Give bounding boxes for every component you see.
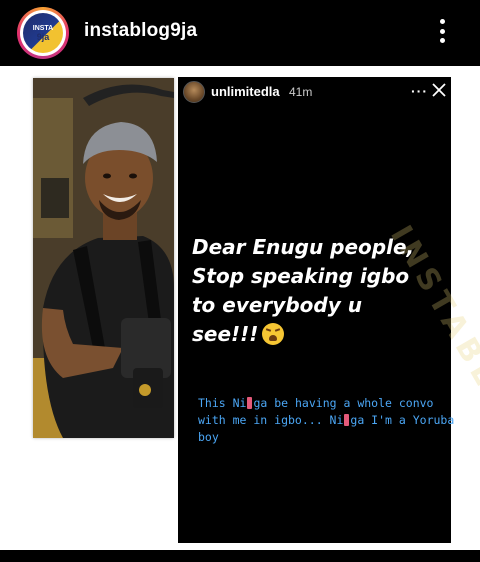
vertical-ellipsis-icon[interactable] bbox=[432, 16, 452, 46]
logo-mark-icon: INSTA 9ja bbox=[33, 25, 53, 42]
headline-line: Stop speaking igbo bbox=[192, 264, 410, 288]
headline-text: see!!! bbox=[192, 322, 259, 346]
story-screenshot: unlimitedla 41m ··· INSTABLOG9JA Dear En… bbox=[178, 77, 480, 543]
story-body-text: This Ni ga be having a whole convo with m… bbox=[198, 395, 455, 446]
headline-line: to everybody u bbox=[192, 293, 362, 317]
headline-line: Dear Enugu people, bbox=[192, 235, 415, 259]
tired-face-emoji-icon bbox=[262, 323, 285, 345]
story-username[interactable]: unlimitedla bbox=[211, 84, 280, 99]
body-line: This Ni ga be having a whole convo bbox=[198, 396, 434, 410]
account-username[interactable]: instablog9ja bbox=[84, 20, 197, 42]
story-timestamp: 41m bbox=[289, 85, 313, 99]
svg-text:9ja: 9ja bbox=[37, 32, 51, 42]
story-avatar[interactable] bbox=[183, 81, 205, 103]
censor-mark bbox=[247, 397, 253, 409]
story-headline: Dear Enugu people, Stop speaking igbo to… bbox=[192, 233, 442, 349]
story-more-button[interactable]: ··· bbox=[411, 83, 428, 99]
person-illustration-icon bbox=[33, 78, 174, 438]
headline-line-last: see!!! bbox=[192, 320, 442, 349]
censor-mark bbox=[344, 414, 350, 426]
bottom-bar bbox=[0, 550, 480, 562]
post-header: INSTA 9ja instablog9ja bbox=[0, 0, 480, 66]
person-photo bbox=[33, 78, 174, 438]
svg-text:INSTA: INSTA bbox=[33, 25, 53, 32]
account-avatar[interactable]: INSTA 9ja bbox=[17, 7, 69, 59]
close-icon[interactable] bbox=[431, 82, 447, 98]
instablog9ja-logo: INSTA 9ja bbox=[23, 13, 63, 53]
post-content: unlimitedla 41m ··· INSTABLOG9JA Dear En… bbox=[0, 66, 480, 550]
body-line: with me in igbo... Ni ga I'm a Yoruba bbox=[198, 413, 455, 427]
body-line: boy bbox=[198, 430, 219, 444]
